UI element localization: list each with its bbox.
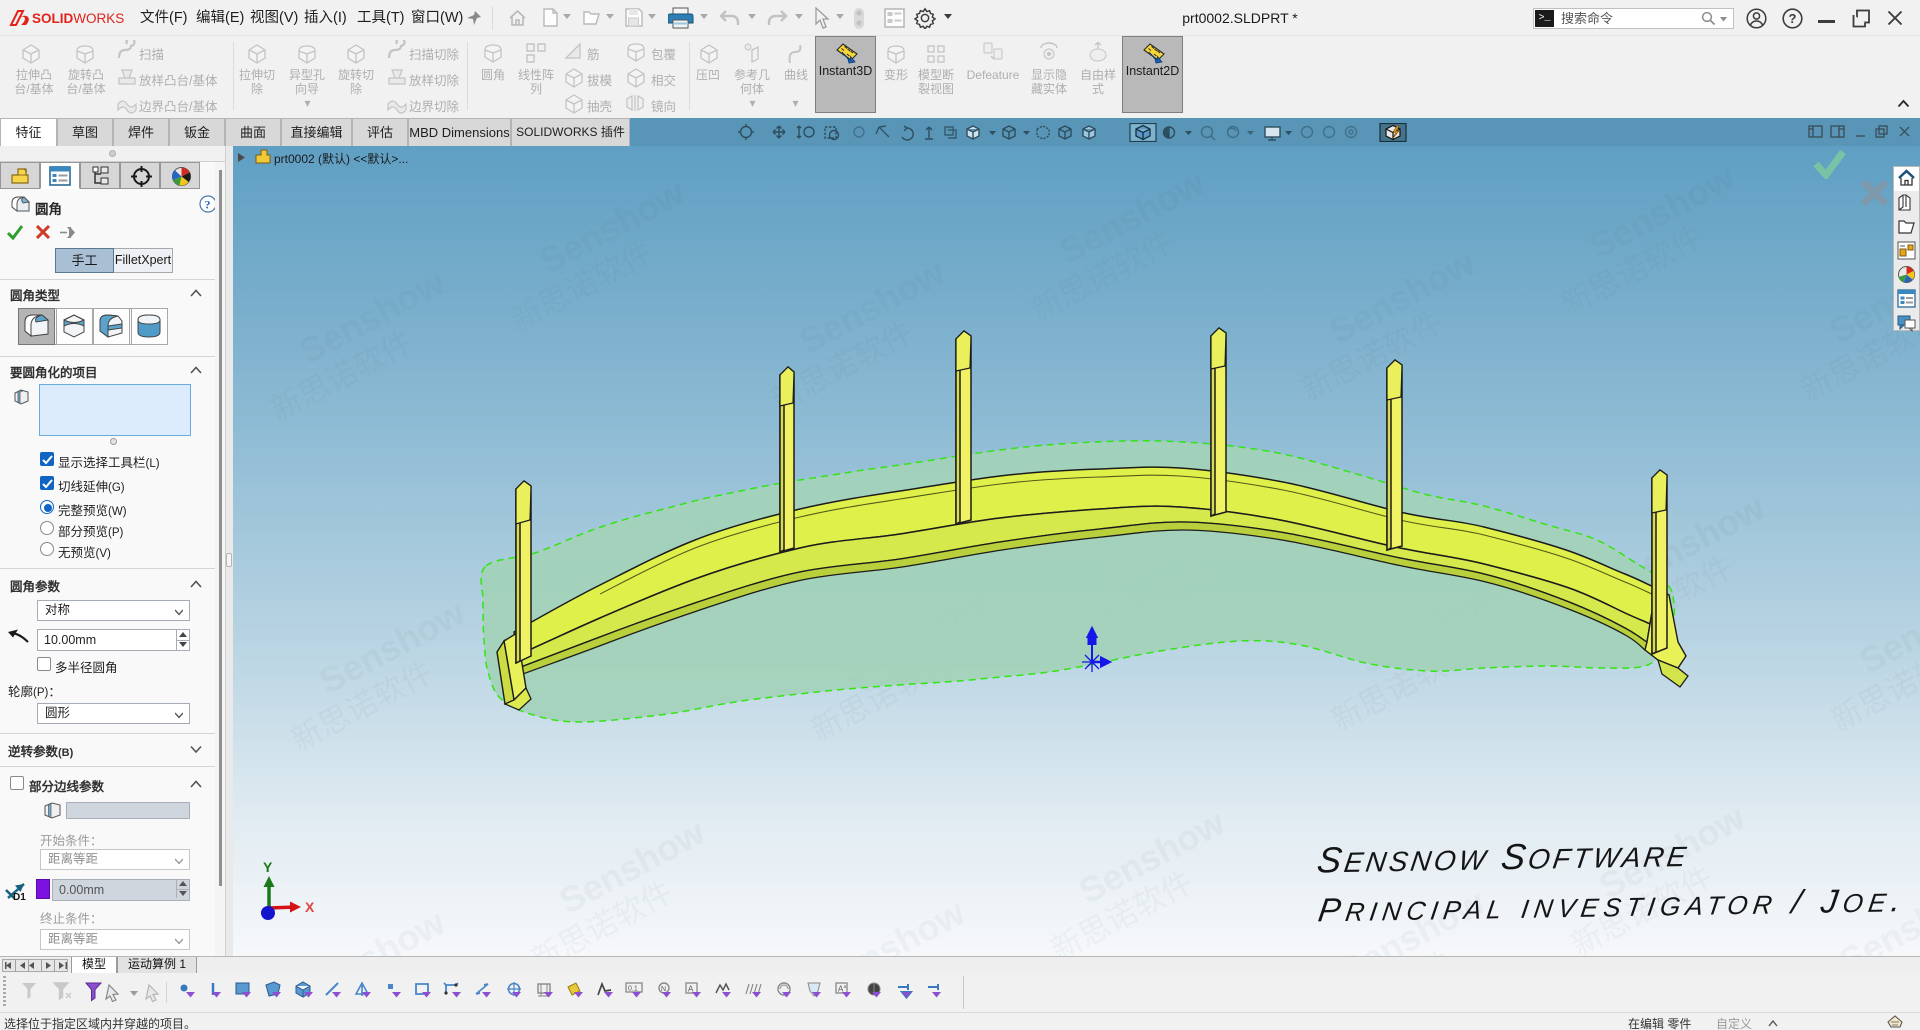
svg-text:?: ? (1789, 11, 1797, 26)
svg-text:SOLIDWORKS: SOLIDWORKS (32, 11, 124, 26)
svg-text:0.1: 0.1 (628, 986, 638, 993)
svg-text:N: N (661, 986, 666, 993)
svg-text:?: ? (205, 198, 211, 212)
svg-text:X: X (305, 899, 315, 915)
svg-text:Y: Y (263, 859, 273, 875)
svg-text:D1: D1 (13, 892, 26, 902)
